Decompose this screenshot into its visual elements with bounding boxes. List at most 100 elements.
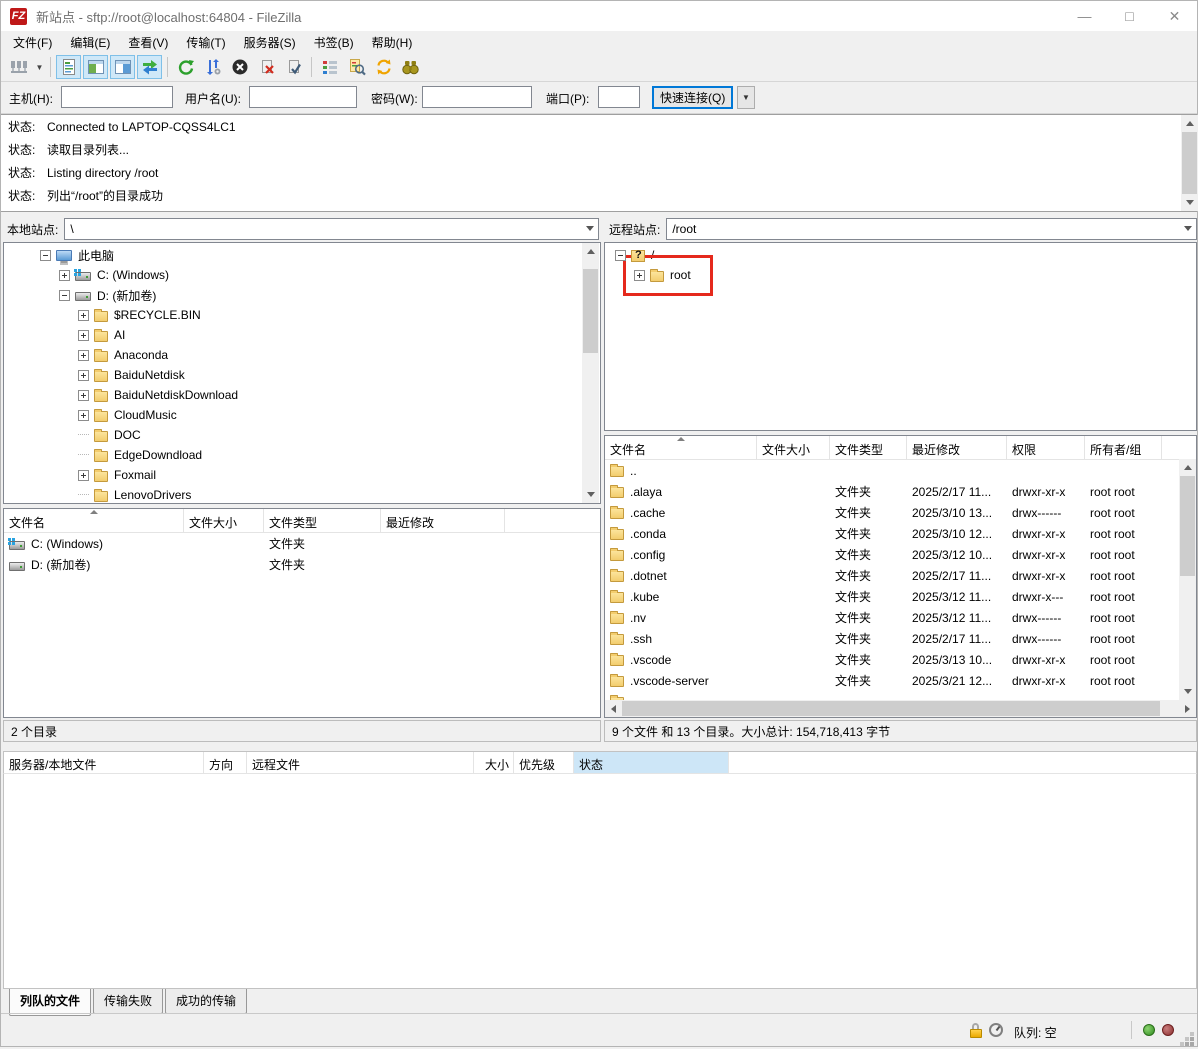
- queue-column-header[interactable]: 大小: [474, 752, 514, 773]
- column-header[interactable]: 文件名: [4, 509, 184, 532]
- tree-item[interactable]: C: (Windows): [4, 265, 600, 285]
- tree-item[interactable]: Foxmail: [4, 465, 600, 485]
- synchronized-browsing-button[interactable]: [371, 55, 396, 79]
- tab-successful-transfers[interactable]: 成功的传输: [165, 989, 248, 1014]
- scroll-up-icon[interactable]: [1179, 459, 1196, 476]
- expand-icon[interactable]: [78, 409, 89, 421]
- tree-item[interactable]: BaiduNetdiskDownload: [4, 385, 600, 405]
- table-row[interactable]: .vscode-server 文件夹 2025/3/21 12... drwxr-xr…: [605, 670, 1196, 691]
- remote-site-combobox[interactable]: /root: [666, 218, 1197, 240]
- tree-item[interactable]: CloudMusic: [4, 405, 600, 425]
- tree-item[interactable]: D: (新加卷): [4, 285, 600, 305]
- expand-icon[interactable]: [78, 369, 89, 381]
- resize-grip[interactable]: [1190, 1042, 1194, 1046]
- table-row[interactable]: C: (Windows) 文件夹: [4, 533, 600, 554]
- queue-column-header[interactable]: 服务器/本地文件: [4, 752, 204, 773]
- queue-column-header[interactable]: [729, 752, 1196, 773]
- menu-item[interactable]: 服务器(S): [235, 31, 305, 54]
- expand-icon[interactable]: [78, 329, 89, 341]
- username-input[interactable]: [249, 86, 357, 108]
- scroll-down-icon[interactable]: [1179, 683, 1196, 700]
- chevron-down-icon[interactable]: [1184, 226, 1192, 231]
- process-queue-button[interactable]: [200, 55, 225, 79]
- refresh-button[interactable]: [173, 55, 198, 79]
- find-files-button[interactable]: [398, 55, 423, 79]
- chevron-down-icon[interactable]: [586, 226, 594, 231]
- column-header[interactable]: 权限: [1007, 436, 1085, 459]
- transfer-queue-list[interactable]: [3, 773, 1197, 989]
- tree-item[interactable]: BaiduNetdisk: [4, 365, 600, 385]
- log-scrollbar[interactable]: [1181, 115, 1198, 211]
- scroll-up-icon[interactable]: [1181, 115, 1198, 132]
- local-site-combobox[interactable]: \: [64, 218, 599, 240]
- maximize-button[interactable]: □: [1107, 1, 1152, 31]
- expand-icon[interactable]: [634, 269, 645, 281]
- remote-list-scrollbar[interactable]: [1179, 459, 1196, 700]
- table-row[interactable]: .vscode 文件夹 2025/3/13 10... drwxr-xr-x root …: [605, 649, 1196, 670]
- tree-item[interactable]: LenovoDrivers: [4, 485, 600, 503]
- column-header[interactable]: 文件大小: [184, 509, 264, 532]
- transfer-queue-toggle-button[interactable]: [137, 55, 162, 79]
- password-input[interactable]: [422, 86, 532, 108]
- message-log-toggle-button[interactable]: [56, 55, 81, 79]
- menu-item[interactable]: 查看(V): [119, 31, 177, 54]
- column-header[interactable]: 所有者/组: [1085, 436, 1162, 459]
- tree-item[interactable]: Anaconda: [4, 345, 600, 365]
- queue-column-header[interactable]: 方向: [204, 752, 247, 773]
- queue-column-header[interactable]: 状态: [574, 752, 729, 773]
- table-row[interactable]: ..: [605, 460, 1196, 481]
- table-row[interactable]: D: (新加卷) 文件夹: [4, 554, 600, 575]
- collapse-icon[interactable]: [59, 289, 70, 301]
- expand-icon[interactable]: [78, 349, 89, 361]
- column-header[interactable]: 最近修改: [907, 436, 1007, 459]
- reconnect-button[interactable]: [281, 55, 306, 79]
- column-header[interactable]: [505, 509, 600, 532]
- column-header[interactable]: 文件类型: [830, 436, 907, 459]
- queue-column-header[interactable]: 远程文件: [247, 752, 474, 773]
- scroll-down-icon[interactable]: [1181, 194, 1198, 211]
- site-manager-button[interactable]: [7, 55, 32, 79]
- tree-item[interactable]: 此电脑: [4, 245, 600, 265]
- local-tree-toggle-button[interactable]: [83, 55, 108, 79]
- scroll-down-icon[interactable]: [582, 486, 599, 503]
- tree-item[interactable]: EdgeDowndload: [4, 445, 600, 465]
- scroll-up-icon[interactable]: [582, 243, 599, 260]
- table-row[interactable]: .nv 文件夹 2025/3/12 11... drwx------ root root: [605, 607, 1196, 628]
- table-row[interactable]: .conda 文件夹 2025/3/10 12... drwxr-xr-x root r…: [605, 523, 1196, 544]
- tree-item[interactable]: DOC: [4, 425, 600, 445]
- table-row[interactable]: .alaya 文件夹 2025/2/17 11... drwxr-xr-x root r…: [605, 481, 1196, 502]
- scrollbar-thumb[interactable]: [622, 701, 1160, 716]
- tree-item[interactable]: $RECYCLE.BIN: [4, 305, 600, 325]
- scrollbar-thumb[interactable]: [1180, 476, 1195, 576]
- table-row[interactable]: .dotnet 文件夹 2025/2/17 11... drwxr-xr-x root …: [605, 565, 1196, 586]
- menu-item[interactable]: 书签(B): [305, 31, 363, 54]
- disconnect-button[interactable]: [254, 55, 279, 79]
- expand-icon[interactable]: [59, 269, 70, 281]
- port-input[interactable]: [598, 86, 640, 108]
- column-header[interactable]: 文件类型: [264, 509, 381, 532]
- tab-queued-files[interactable]: 列队的文件: [9, 989, 92, 1016]
- collapse-icon[interactable]: [615, 249, 626, 261]
- queue-column-header[interactable]: 优先级: [514, 752, 574, 773]
- tree-item[interactable]: /: [605, 245, 1196, 265]
- minimize-button[interactable]: —: [1062, 1, 1107, 31]
- remote-list-hscrollbar[interactable]: [605, 700, 1196, 717]
- collapse-icon[interactable]: [40, 249, 51, 261]
- table-row[interactable]: .cache 文件夹 2025/3/10 13... drwx------ root r…: [605, 502, 1196, 523]
- column-header[interactable]: 文件名: [605, 436, 757, 459]
- expand-icon[interactable]: [78, 469, 89, 481]
- expand-icon[interactable]: [78, 389, 89, 401]
- site-manager-dropdown-button[interactable]: ▼: [33, 55, 46, 79]
- scroll-right-icon[interactable]: [1179, 700, 1196, 717]
- local-tree-scrollbar-thumb[interactable]: [583, 269, 598, 353]
- close-button[interactable]: ✕: [1152, 1, 1197, 31]
- local-tree-scrollbar[interactable]: [582, 243, 599, 503]
- scroll-left-icon[interactable]: [605, 700, 622, 717]
- column-header[interactable]: 文件大小: [757, 436, 830, 459]
- expand-icon[interactable]: [78, 309, 89, 321]
- tree-item[interactable]: root: [605, 265, 1196, 285]
- menu-item[interactable]: 编辑(E): [61, 31, 119, 54]
- quickconnect-button[interactable]: 快速连接(Q): [652, 86, 734, 109]
- quickconnect-dropdown-button[interactable]: ▼: [737, 86, 755, 109]
- log-scrollbar-thumb[interactable]: [1182, 132, 1197, 194]
